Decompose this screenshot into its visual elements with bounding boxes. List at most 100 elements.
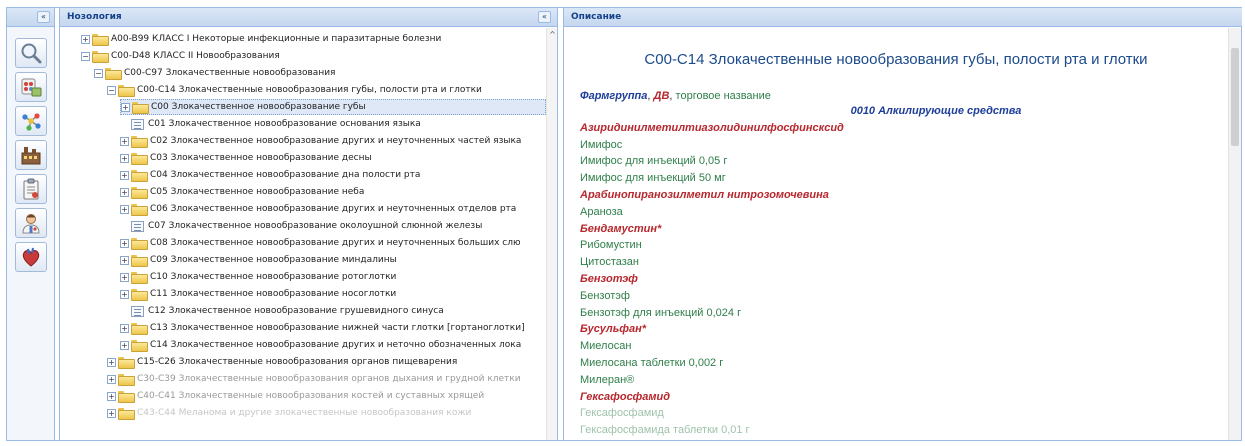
- active-substance-link[interactable]: Гексафосфамид: [580, 391, 670, 403]
- tree-node[interactable]: + C30-C39 Злокачественные новообразования…: [107, 371, 521, 387]
- tree-node[interactable]: − C00-C97 Злокачественные новообразования: [94, 65, 335, 81]
- nosology-scrollbar[interactable]: ^: [546, 28, 557, 440]
- tree-node[interactable]: + C15-C26 Злокачественные новообразования…: [107, 354, 457, 370]
- active-substance-link[interactable]: Арабинопиранозилметил нитрозомочевина: [580, 189, 829, 201]
- tree-node-label: C00-D48 КЛАСС II Новообразования: [111, 51, 280, 61]
- folder-icon: [105, 68, 122, 80]
- nosology-panel: Нозология « + A00-B99 КЛАСС I Некоторые и…: [59, 8, 558, 440]
- tree-node-label: C06 Злокачественное новообразование друг…: [150, 204, 517, 214]
- trade-name-link[interactable]: Цитостазан: [580, 256, 639, 268]
- trade-name-link[interactable]: Имифос для инъекций 0,05 г: [580, 155, 727, 167]
- tree-node[interactable]: + C10 Злокачественное новообразование рот…: [120, 269, 396, 285]
- expand-icon[interactable]: +: [120, 340, 129, 350]
- manufacturer-tool-button[interactable]: [15, 140, 47, 170]
- tree-node[interactable]: + C09 Злокачественное новообразование мин…: [120, 252, 397, 268]
- active-substance-link[interactable]: Бусульфан*: [580, 323, 646, 335]
- tree-node[interactable]: C01 Злокачественное новообразование осно…: [120, 116, 421, 132]
- description-scrollbar[interactable]: [1228, 28, 1241, 440]
- trade-name-link[interactable]: Бензотэф для инъекций 0,024 г: [580, 307, 741, 319]
- tree-node[interactable]: + C14 Злокачественное новообразование дру…: [120, 337, 521, 353]
- trade-name-link[interactable]: Милеран®: [580, 374, 634, 386]
- tool-strip-collapse-button[interactable]: «: [37, 11, 50, 23]
- clipboard-icon: [23, 178, 39, 200]
- tree-node[interactable]: + C40-C41 Злокачественные новообразования…: [107, 388, 484, 404]
- molecule-icon: [22, 113, 41, 131]
- tree-node[interactable]: + A00-B99 КЛАСС I Некоторые инфекционные …: [81, 31, 441, 47]
- trade-name-link[interactable]: Миелосан: [580, 340, 631, 352]
- folder-icon: [131, 136, 148, 148]
- folder-icon: [131, 187, 148, 199]
- active-substance-link[interactable]: Бендамустин*: [580, 223, 661, 235]
- tree-node-label: C11 Злокачественное новообразование носо…: [150, 289, 397, 299]
- scroll-up-arrow-icon[interactable]: ^: [547, 30, 558, 40]
- expand-icon[interactable]: +: [120, 255, 129, 265]
- expand-icon[interactable]: +: [120, 204, 129, 214]
- tree-node-label: C09 Злокачественное новообразование минд…: [150, 255, 397, 265]
- trade-name-link[interactable]: Рибомустин: [580, 239, 642, 251]
- tree-node[interactable]: + C11 Злокачественное новообразование нос…: [120, 286, 396, 302]
- trade-name-link[interactable]: Имифос: [580, 139, 622, 151]
- document-icon: [131, 220, 144, 232]
- folder-icon: [118, 85, 135, 97]
- active-substance-tool-button[interactable]: [15, 106, 47, 136]
- expand-icon[interactable]: +: [81, 34, 90, 44]
- tree-node[interactable]: + C43-C44 Меланома и другие злокачественн…: [107, 405, 471, 421]
- tree-node[interactable]: C12 Злокачественное новообразование груш…: [120, 303, 444, 319]
- expand-icon[interactable]: +: [107, 374, 116, 384]
- collapse-icon[interactable]: −: [81, 51, 90, 61]
- tree-node[interactable]: C07 Злокачественное новообразование окол…: [120, 218, 482, 234]
- collapse-icon[interactable]: −: [107, 85, 116, 95]
- tree-node-label: C13 Злокачественное новообразование нижн…: [150, 323, 525, 333]
- expand-icon[interactable]: +: [107, 408, 116, 418]
- expand-icon[interactable]: +: [120, 187, 129, 197]
- folder-icon: [92, 51, 109, 63]
- search-tool-button[interactable]: [15, 38, 47, 68]
- expand-icon[interactable]: +: [107, 391, 116, 401]
- trade-name-link[interactable]: Гексафосфамид: [580, 407, 664, 419]
- tree-node[interactable]: + C06 Злокачественное новообразование дру…: [120, 201, 516, 217]
- description-legend: Фармгруппа, ДВ, торговое название: [580, 90, 771, 102]
- expand-icon[interactable]: +: [120, 272, 129, 282]
- tree-node[interactable]: − C00-D48 КЛАСС II Новообразования: [81, 48, 280, 64]
- folder-icon: [131, 289, 148, 301]
- pharm-group-tool-button[interactable]: [15, 72, 47, 102]
- tree-node[interactable]: − C00-C14 Злокачественные новообразования…: [107, 82, 482, 98]
- expand-icon[interactable]: +: [120, 136, 129, 146]
- tree-node-label: C00-C97 Злокачественные новообразования: [124, 68, 336, 78]
- tree-node[interactable]: + C03 Злокачественное новообразование дес…: [120, 150, 372, 166]
- tree-node[interactable]: + C13 Злокачественное новообразование ниж…: [120, 320, 525, 336]
- tree-node-label: C00 Злокачественное новообразование губы: [151, 102, 366, 112]
- expand-icon[interactable]: +: [120, 170, 129, 180]
- description-content: C00-C14 Злокачественные новообразования …: [564, 28, 1228, 440]
- folder-icon: [131, 323, 148, 335]
- doctor-tool-button[interactable]: [15, 208, 47, 238]
- active-substance-link[interactable]: Бензотэф: [580, 273, 638, 285]
- active-substance-link[interactable]: Азиридинилметилтиазолидинилфосфинсксид: [580, 122, 844, 134]
- tree-node[interactable]: + C04 Злокачественное новообразование дна…: [120, 167, 420, 183]
- tree-node[interactable]: + C05 Злокачественное новообразование неб…: [120, 184, 364, 200]
- documents-tool-button[interactable]: [15, 174, 47, 204]
- trade-name-link[interactable]: Бензотэф: [580, 290, 630, 302]
- folder-icon: [132, 102, 149, 114]
- expand-icon[interactable]: +: [120, 238, 129, 248]
- trade-name-link[interactable]: Гексафосфамида таблетки 0,01 г: [580, 424, 750, 436]
- anatomy-tool-button[interactable]: [15, 242, 47, 272]
- expand-icon[interactable]: +: [107, 357, 116, 367]
- expand-icon[interactable]: +: [120, 323, 129, 333]
- trade-name-link[interactable]: Миелосана таблетки 0,002 г: [580, 357, 723, 369]
- tree-node[interactable]: + C00 Злокачественное новообразование губ…: [120, 99, 546, 115]
- trade-name-link[interactable]: Имифос для инъекций 50 мг: [580, 172, 726, 184]
- description-scrollbar-thumb[interactable]: [1231, 48, 1239, 146]
- collapse-icon[interactable]: −: [94, 68, 103, 78]
- expand-icon[interactable]: +: [120, 153, 129, 163]
- trade-name-link[interactable]: Араноза: [580, 206, 623, 218]
- expand-icon[interactable]: +: [120, 289, 129, 299]
- tree-node[interactable]: + C02 Злокачественное новообразование дру…: [120, 133, 521, 149]
- tree-node[interactable]: + C08 Злокачественное новообразование дру…: [120, 235, 521, 251]
- tree-node-label: C08 Злокачественное новообразование друг…: [150, 238, 521, 248]
- folder-icon: [131, 272, 148, 284]
- nosology-collapse-button[interactable]: «: [538, 11, 551, 23]
- expand-icon[interactable]: +: [121, 102, 130, 112]
- tree-node-label: C00-C14 Злокачественные новообразования …: [137, 85, 482, 95]
- nosology-panel-title: Нозология: [67, 12, 122, 22]
